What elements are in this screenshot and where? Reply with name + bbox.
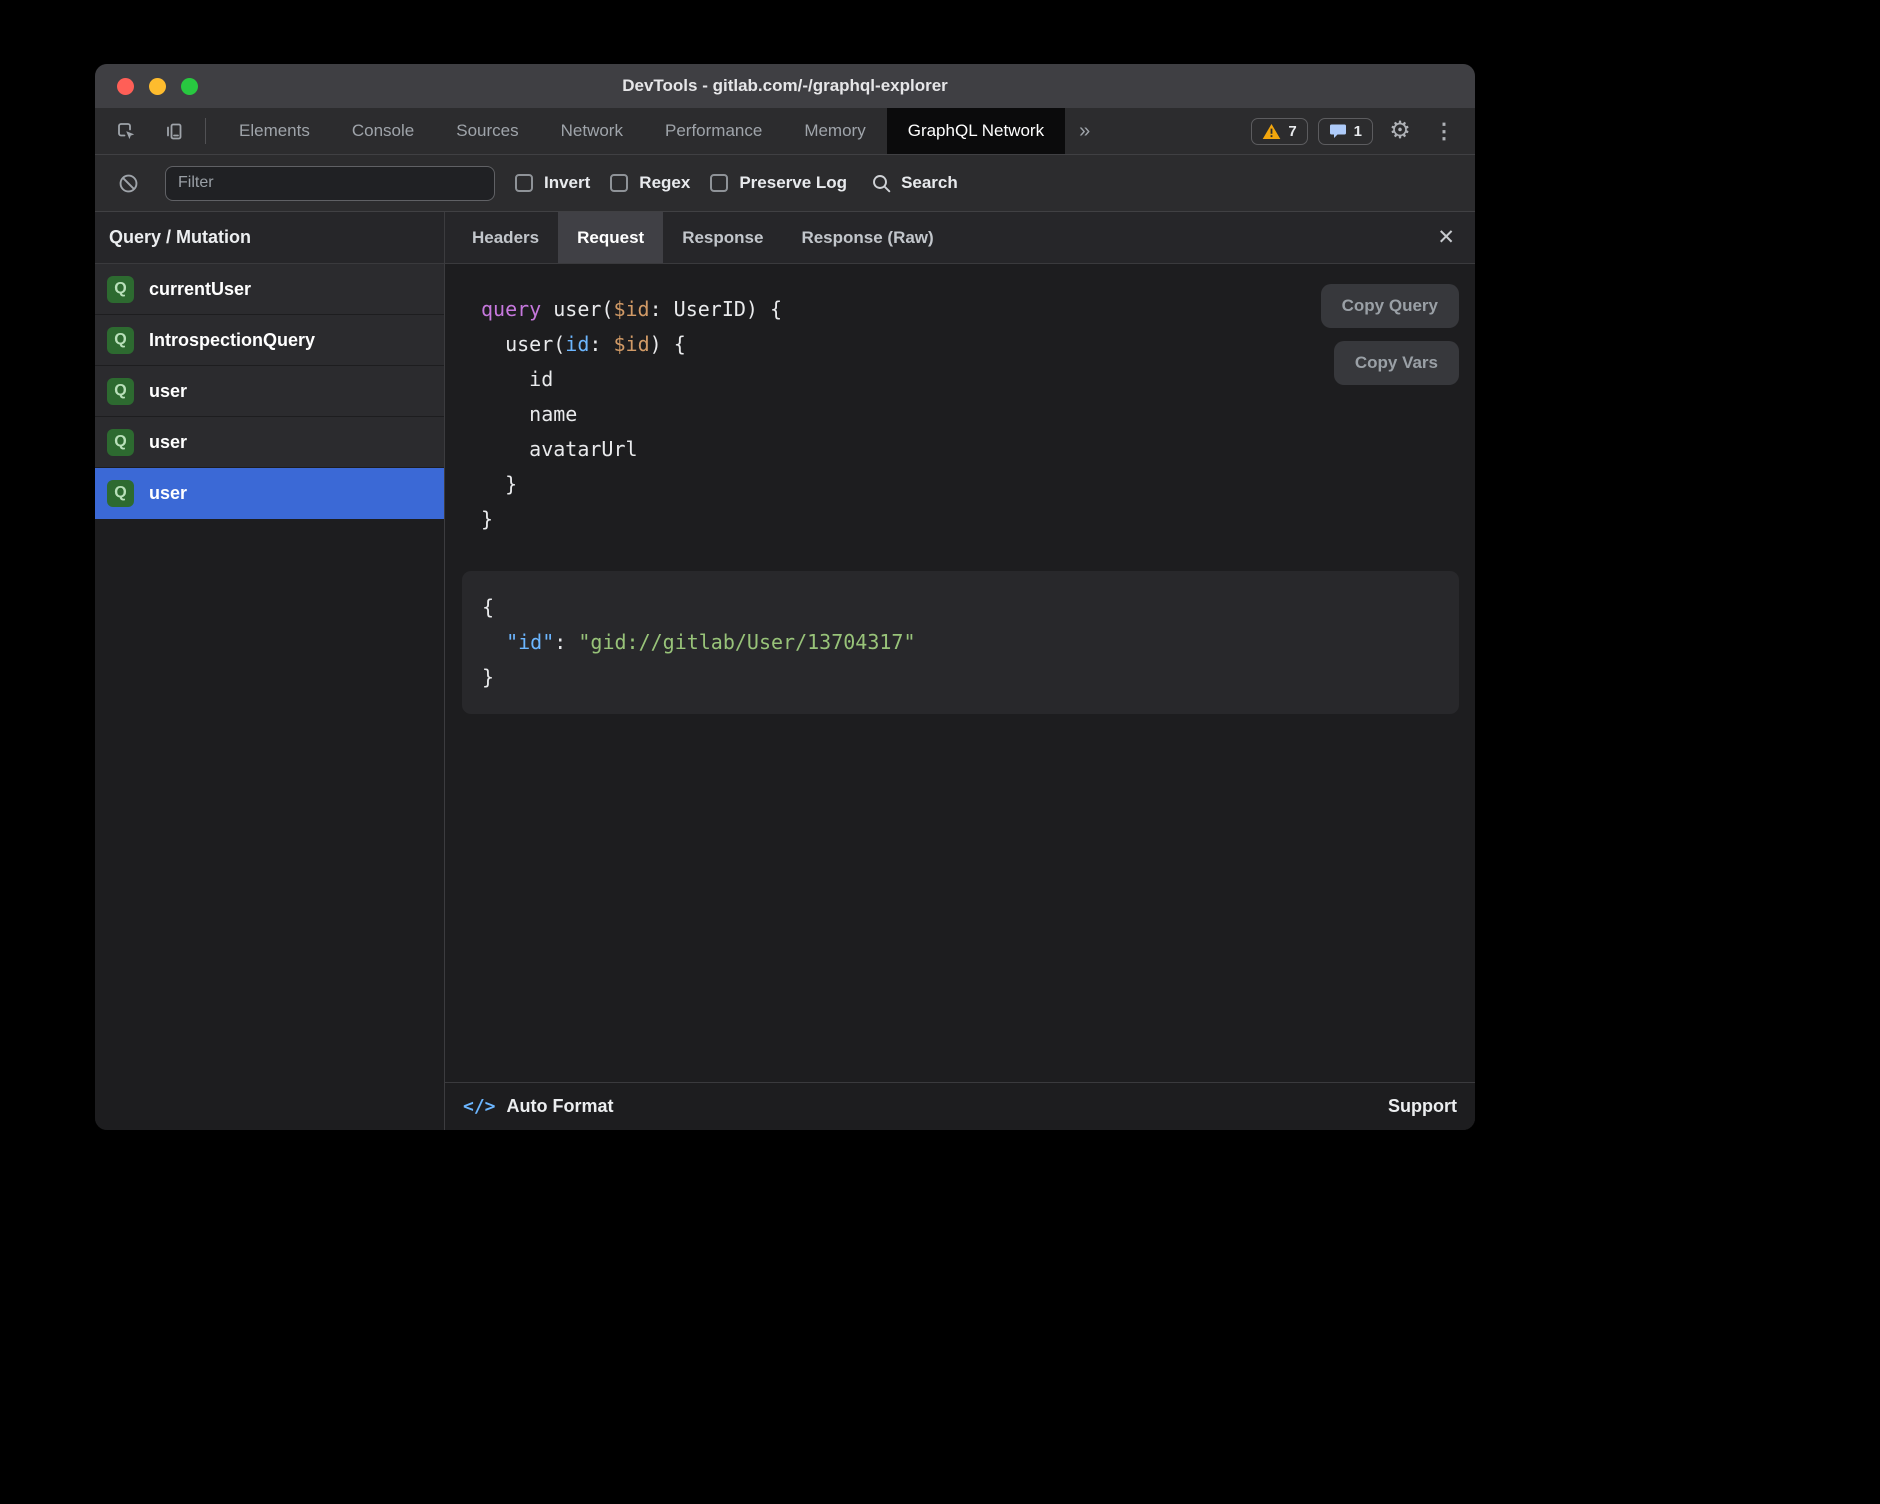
toolbar-divider — [205, 118, 206, 144]
code-line: "id": "gid://gitlab/User/13704317" — [482, 625, 1439, 660]
code-line: avatarUrl — [481, 432, 1459, 467]
message-bubble-icon — [1329, 123, 1347, 140]
query-type-badge: Q — [107, 276, 134, 303]
devtools-tabbar: Elements Console Sources Network Perform… — [95, 108, 1475, 155]
list-item-label: currentUser — [149, 279, 251, 300]
copy-buttons: Copy Query Copy Vars — [1321, 284, 1459, 385]
list-item-currentuser[interactable]: Q currentUser — [95, 264, 444, 315]
tab-network[interactable]: Network — [540, 108, 644, 154]
tab-graphql-network[interactable]: GraphQL Network — [887, 108, 1065, 154]
support-link[interactable]: Support — [1388, 1096, 1457, 1117]
tab-headers[interactable]: Headers — [453, 212, 558, 263]
regex-checkbox-label: Regex — [639, 173, 690, 193]
warning-count: 7 — [1288, 123, 1296, 140]
copy-query-button[interactable]: Copy Query — [1321, 284, 1459, 328]
warnings-badge[interactable]: 7 — [1251, 118, 1307, 145]
query-variables-box: { "id": "gid://gitlab/User/13704317"} — [462, 571, 1459, 714]
auto-format-button[interactable]: Auto Format — [507, 1096, 614, 1117]
list-item-label: user — [149, 483, 187, 504]
code-line: id — [481, 362, 1459, 397]
panel-footer: </> Auto Format Support — [445, 1082, 1475, 1130]
window-controls — [117, 64, 198, 108]
copy-vars-button[interactable]: Copy Vars — [1334, 341, 1459, 385]
invert-checkbox[interactable]: Invert — [515, 173, 590, 193]
clear-block-icon[interactable] — [111, 166, 145, 200]
window-title: DevTools - gitlab.com/-/graphql-explorer — [95, 76, 1475, 96]
zoom-window-button[interactable] — [181, 78, 198, 95]
device-toolbar-icon[interactable] — [157, 114, 191, 148]
auto-format-code-icon: </> — [463, 1096, 496, 1117]
query-type-badge: Q — [107, 378, 134, 405]
list-item-introspectionquery[interactable]: Q IntrospectionQuery — [95, 315, 444, 366]
tab-console[interactable]: Console — [331, 108, 435, 154]
query-type-badge: Q — [107, 480, 134, 507]
list-item-label: user — [149, 432, 187, 453]
filter-toolbar: Invert Regex Preserve Log Search — [95, 155, 1475, 212]
devtools-window: DevTools - gitlab.com/-/graphql-explorer… — [95, 64, 1475, 1130]
tab-performance[interactable]: Performance — [644, 108, 783, 154]
search-control[interactable]: Search — [871, 173, 958, 194]
invert-checkbox-label: Invert — [544, 173, 590, 193]
code-line: } — [482, 660, 1439, 695]
list-item-user-1[interactable]: Q user — [95, 366, 444, 417]
close-window-button[interactable] — [117, 78, 134, 95]
preserve-log-checkbox-box[interactable] — [710, 174, 728, 192]
inspect-element-icon[interactable] — [109, 114, 143, 148]
warning-icon — [1262, 123, 1281, 140]
preserve-log-checkbox[interactable]: Preserve Log — [710, 173, 847, 193]
detail-tabbar: Headers Request Response Response (Raw) … — [445, 212, 1475, 264]
regex-checkbox[interactable]: Regex — [610, 173, 690, 193]
code-line: } — [481, 467, 1459, 502]
tabbar-right-cluster: 7 1 ⚙ ⋮ — [1251, 108, 1475, 154]
list-item-user-3-selected[interactable]: Q user — [95, 468, 444, 519]
list-item-user-2[interactable]: Q user — [95, 417, 444, 468]
query-list: Q currentUser Q IntrospectionQuery Q use… — [95, 264, 444, 1130]
sidebar-header: Query / Mutation — [95, 212, 444, 264]
code-line: name — [481, 397, 1459, 432]
more-tabs-chevron-icon[interactable]: » — [1065, 108, 1104, 154]
main-split: Query / Mutation Q currentUser Q Introsp… — [95, 212, 1475, 1130]
preserve-log-checkbox-label: Preserve Log — [739, 173, 847, 193]
devtools-tool-icons — [95, 108, 218, 154]
close-panel-icon[interactable]: ✕ — [1437, 227, 1455, 248]
list-item-label: IntrospectionQuery — [149, 330, 315, 351]
filter-input[interactable] — [165, 166, 495, 201]
tab-request[interactable]: Request — [558, 212, 663, 263]
code-line: query user($id: UserID) { — [481, 292, 1459, 327]
code-line: { — [482, 590, 1439, 625]
search-icon — [871, 173, 892, 194]
titlebar: DevTools - gitlab.com/-/graphql-explorer — [95, 64, 1475, 108]
issue-count: 1 — [1354, 123, 1362, 140]
graphql-query-code: query user($id: UserID) { user(id: $id) … — [462, 292, 1459, 537]
tab-memory[interactable]: Memory — [783, 108, 886, 154]
code-line: user(id: $id) { — [481, 327, 1459, 362]
search-label: Search — [901, 173, 958, 193]
request-content: Copy Query Copy Vars query user($id: Use… — [445, 264, 1475, 1082]
detail-panel: Headers Request Response Response (Raw) … — [445, 212, 1475, 1130]
invert-checkbox-box[interactable] — [515, 174, 533, 192]
tab-response-raw[interactable]: Response (Raw) — [782, 212, 952, 263]
tab-elements[interactable]: Elements — [218, 108, 331, 154]
regex-checkbox-box[interactable] — [610, 174, 628, 192]
minimize-window-button[interactable] — [149, 78, 166, 95]
tab-response[interactable]: Response — [663, 212, 782, 263]
query-type-badge: Q — [107, 429, 134, 456]
tab-sources[interactable]: Sources — [435, 108, 539, 154]
settings-gear-icon[interactable]: ⚙ — [1383, 114, 1417, 148]
query-type-badge: Q — [107, 327, 134, 354]
issues-badge[interactable]: 1 — [1318, 118, 1373, 145]
overflow-menu-icon[interactable]: ⋮ — [1427, 114, 1461, 148]
code-line: } — [481, 502, 1459, 537]
list-item-label: user — [149, 381, 187, 402]
query-sidebar: Query / Mutation Q currentUser Q Introsp… — [95, 212, 445, 1130]
